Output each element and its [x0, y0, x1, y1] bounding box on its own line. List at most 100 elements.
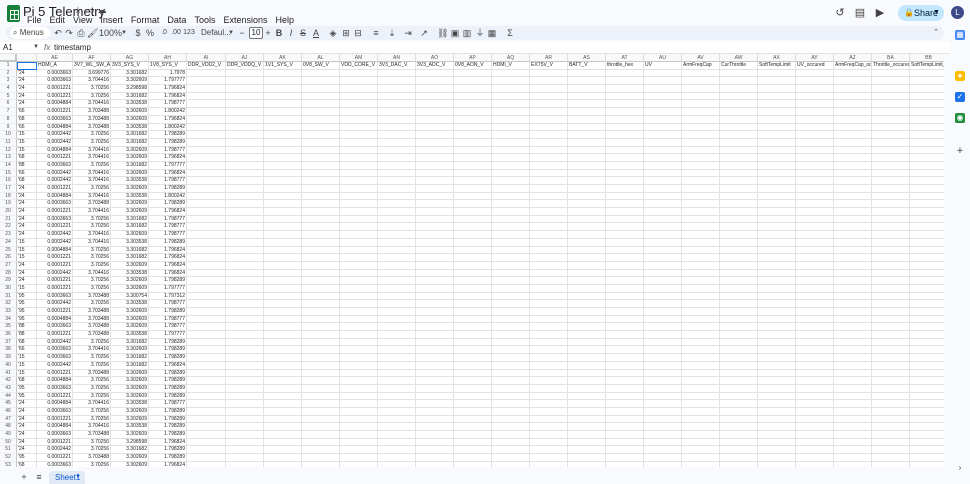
cell[interactable]: 0.0001221 — [37, 185, 73, 193]
cell[interactable] — [720, 300, 758, 308]
cell[interactable] — [682, 246, 720, 255]
cell[interactable] — [872, 431, 910, 439]
cell[interactable] — [796, 254, 834, 262]
cell[interactable]: 3.704416 — [73, 346, 111, 355]
cell[interactable] — [644, 407, 682, 416]
cell[interactable] — [416, 292, 454, 301]
cell[interactable] — [682, 323, 720, 332]
cell[interactable] — [530, 284, 568, 293]
cell[interactable] — [872, 423, 910, 431]
cell[interactable] — [834, 454, 872, 462]
cell[interactable] — [834, 384, 872, 393]
cell[interactable] — [758, 284, 796, 293]
cell[interactable] — [720, 231, 758, 239]
cell[interactable] — [264, 431, 302, 439]
cell[interactable] — [910, 408, 944, 416]
cell[interactable] — [530, 169, 568, 178]
cell[interactable] — [302, 231, 340, 239]
row-header[interactable]: 16 — [0, 177, 17, 185]
cell[interactable] — [187, 254, 226, 262]
italic-button[interactable]: I — [286, 27, 296, 39]
cell[interactable]: 1.798289 — [149, 200, 187, 209]
cell[interactable] — [226, 323, 264, 332]
column-header-at[interactable]: AT — [606, 54, 644, 62]
cell[interactable] — [264, 161, 302, 170]
cell[interactable]: 3.703488 — [73, 323, 111, 332]
cell[interactable] — [606, 123, 644, 132]
column-header-partial[interactable] — [17, 54, 37, 62]
cell[interactable] — [530, 92, 568, 101]
row-header[interactable]: 18 — [0, 192, 17, 201]
cell[interactable] — [530, 454, 568, 462]
cell[interactable] — [606, 115, 644, 124]
cell[interactable] — [378, 108, 416, 116]
cell[interactable] — [187, 431, 226, 439]
cell[interactable] — [796, 108, 834, 116]
cell[interactable] — [530, 261, 568, 270]
cell[interactable] — [530, 123, 568, 132]
cell[interactable] — [682, 308, 720, 316]
cell[interactable] — [606, 315, 644, 324]
row-header[interactable]: 5 — [0, 92, 17, 101]
cell[interactable]: 3.70256 — [73, 261, 111, 270]
cell[interactable] — [872, 169, 910, 178]
cell[interactable] — [644, 254, 682, 262]
cell[interactable] — [910, 385, 944, 393]
row-header[interactable]: 26 — [0, 254, 17, 262]
cell[interactable]: 1.796824 — [149, 92, 187, 101]
cell[interactable] — [226, 438, 264, 447]
cell[interactable] — [644, 454, 682, 462]
cell[interactable] — [796, 200, 834, 209]
cell[interactable] — [644, 292, 682, 301]
column-header-al[interactable]: AL — [302, 54, 340, 62]
cell[interactable] — [226, 261, 264, 270]
cell[interactable] — [226, 108, 264, 116]
cell[interactable] — [492, 246, 530, 255]
cell[interactable] — [720, 108, 758, 116]
cell[interactable] — [340, 300, 378, 308]
cell[interactable] — [378, 384, 416, 393]
cell[interactable] — [910, 185, 944, 193]
cell[interactable] — [796, 208, 834, 216]
cell[interactable] — [796, 438, 834, 447]
cell[interactable] — [758, 131, 796, 139]
cell[interactable] — [492, 354, 530, 362]
cell[interactable] — [834, 69, 872, 78]
cell[interactable] — [606, 238, 644, 247]
cell[interactable] — [568, 438, 606, 447]
cell[interactable]: 1.800242 — [149, 192, 187, 201]
cell[interactable] — [416, 323, 454, 332]
cell[interactable] — [796, 69, 834, 78]
cell[interactable] — [720, 415, 758, 424]
cell[interactable] — [606, 423, 644, 431]
cell[interactable] — [606, 223, 644, 232]
cell[interactable] — [910, 200, 944, 209]
cell[interactable] — [378, 407, 416, 416]
cell[interactable]: 0.0001221 — [37, 331, 73, 339]
cell[interactable] — [606, 284, 644, 293]
cell[interactable] — [834, 192, 872, 201]
cell[interactable] — [568, 338, 606, 347]
cell[interactable]: '15 — [17, 254, 37, 262]
cell[interactable] — [302, 446, 340, 455]
cell[interactable] — [644, 423, 682, 431]
cell[interactable] — [264, 315, 302, 324]
cell[interactable]: '68 — [17, 115, 37, 124]
cell[interactable] — [416, 377, 454, 385]
cell[interactable] — [682, 131, 720, 139]
menu-file[interactable]: File — [23, 14, 46, 26]
cell[interactable]: 0.0004884 — [37, 400, 73, 408]
cell[interactable] — [682, 438, 720, 447]
cell[interactable] — [302, 77, 340, 86]
cell[interactable]: 1.796824 — [149, 261, 187, 270]
cell[interactable]: 0.0001221 — [37, 108, 73, 116]
cell[interactable] — [796, 115, 834, 124]
cell[interactable] — [910, 177, 944, 185]
cell[interactable] — [834, 354, 872, 362]
cell[interactable] — [302, 392, 340, 401]
cell[interactable] — [530, 438, 568, 447]
cell[interactable]: 0.0001221 — [37, 85, 73, 93]
cell[interactable] — [758, 192, 796, 201]
cell[interactable]: '24 — [17, 208, 37, 216]
cell[interactable] — [378, 223, 416, 232]
